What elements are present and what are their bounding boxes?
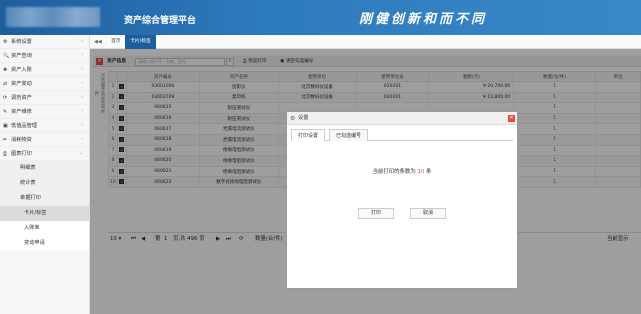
sidebar-item[interactable]: ▣ 低值品管理 › [0, 119, 89, 133]
sidebar-item-label: 资产维修 [11, 109, 32, 115]
tab-bar: ◀◀ 首页 卡片/标签 [90, 35, 641, 49]
chevron-icon: › [81, 39, 83, 44]
sidebar-item-label: 图表打印 [11, 151, 32, 157]
chevron-icon: › [81, 95, 83, 100]
sidebar-item-label: 调剂资产 [11, 95, 32, 101]
cancel-button[interactable]: 取消 [410, 208, 446, 219]
msg-suffix: 条 [426, 169, 432, 175]
logo [6, 7, 100, 27]
app-header: 资产综合管理平台 刚健创新和而不同 [0, 0, 641, 35]
app-title: 资产综合管理平台 [124, 16, 197, 26]
sidebar-item[interactable]: ⇄ 资产变动 › [0, 77, 89, 91]
edit-icon: ✏ [3, 137, 8, 143]
sidebar-subitem-leaf[interactable]: 卡片/标签 [0, 206, 89, 221]
settings-dialog: ⚙ 设置 ✕ 打印设置 已勾选编号 当前打印的条数为 10 条 打印 取消 [286, 111, 518, 289]
chevron-icon: › [81, 137, 83, 142]
dialog-header: ⚙ 设置 ✕ [287, 112, 517, 125]
gear-icon: ⚙ [290, 115, 296, 122]
sidebar-item-label: 资产查询 [11, 53, 32, 59]
sidebar-subitem-leaf[interactable]: 变动申请 [0, 236, 89, 251]
search-icon: 🔍 [3, 53, 10, 59]
print-button[interactable]: 打印 [358, 208, 394, 219]
header-slogan: 刚健创新和而不同 [359, 12, 488, 27]
gear-icon: ⚙ [3, 39, 8, 45]
chevron-icon: › [81, 53, 83, 58]
refresh-icon: ⟳ [3, 95, 8, 101]
sidebar-item[interactable]: ✎ 资产维修 › [0, 105, 89, 119]
sidebar-subitem[interactable]: 明细表 [0, 161, 89, 176]
sidebar-item[interactable]: ⟳ 调剂资产 › [0, 91, 89, 105]
wrench-icon: ✎ [3, 109, 8, 115]
chevron-icon: ⌄ [79, 151, 83, 156]
sidebar-item[interactable]: ✏ 消耗物资 › [0, 133, 89, 147]
tab-print-settings[interactable]: 打印设置 [291, 129, 326, 141]
tab-scroll-left-icon[interactable]: ◀◀ [94, 35, 102, 49]
sidebar-subitem[interactable]: 单据打印 [0, 191, 89, 206]
print-icon: ⎙ [3, 151, 8, 157]
sidebar-item-label: 低值品管理 [11, 123, 37, 129]
swap-icon: ⇄ [3, 81, 8, 87]
msg-prefix: 当前打印的条数为 [372, 169, 416, 175]
tab-selected-codes[interactable]: 已勾选编号 [329, 129, 369, 141]
chevron-icon: › [81, 109, 83, 114]
dialog-tabs: 打印设置 已勾选编号 [291, 129, 513, 141]
print-count: 10 [417, 169, 425, 175]
sidebar-item-label: 资产变动 [11, 81, 32, 87]
sidebar-subitem-leaf[interactable]: 入账单 [0, 221, 89, 236]
tab-home[interactable]: 首页 [106, 35, 126, 49]
box-icon: ▣ [3, 123, 8, 129]
sidebar-item[interactable]: ⎙ 图表打印 ⌄ [0, 147, 89, 161]
plus-icon: ✚ [3, 67, 8, 73]
print-count-message: 当前打印的条数为 10 条 [287, 167, 517, 175]
sidebar-item[interactable]: 🔍 资产查询 › [0, 49, 89, 63]
chevron-icon: › [81, 123, 83, 128]
chevron-icon: › [81, 67, 83, 72]
sidebar-item[interactable]: ✚ 资产入账 › [0, 63, 89, 77]
sidebar-item-label: 系统设置 [11, 39, 32, 45]
sidebar: ⚙ 系统设置 › 🔍 资产查询 › ✚ 资产入账 › ⇄ 资产变动 › ⟳ 调剂资产 › ✎ 资产维修 › ▣ 低值品… [0, 35, 90, 314]
dialog-title: 设置 [298, 115, 309, 121]
close-icon[interactable]: ✕ [508, 115, 515, 122]
sidebar-item-label: 资产入账 [11, 67, 32, 73]
tab-card-label[interactable]: 卡片/标签 [125, 35, 156, 49]
chevron-icon: › [81, 81, 83, 86]
sidebar-item[interactable]: ⚙ 系统设置 › [0, 35, 89, 49]
sidebar-subitem[interactable]: 统计表 [0, 176, 89, 191]
sidebar-item-label: 消耗物资 [11, 137, 32, 143]
